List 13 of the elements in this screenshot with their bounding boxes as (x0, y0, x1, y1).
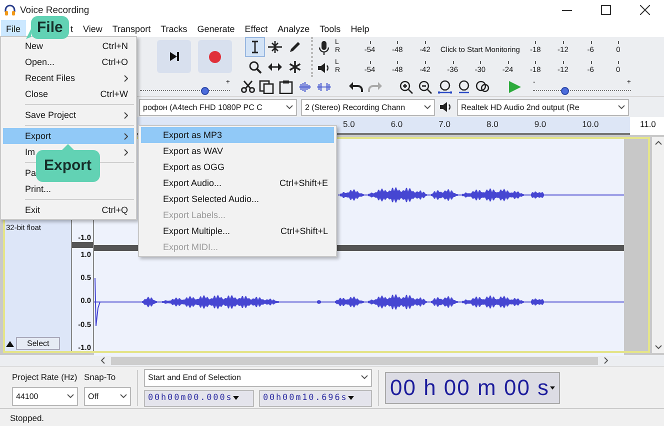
callout-tooltip: File (26, 16, 69, 39)
project-rate-label: Project Rate (Hz) (12, 370, 78, 384)
ruler-label: 9.0 (534, 118, 548, 131)
ruler-label: 8.0 (486, 118, 500, 131)
ruler-label: 7.0 (438, 118, 452, 131)
window-title: Voice Recording (20, 4, 90, 16)
snap-to-label: Snap-To (84, 370, 117, 384)
ruler-label: 10.0 (582, 118, 600, 131)
ruler-label: 5.0 (343, 118, 356, 131)
ruler-label: 6.0 (390, 118, 404, 131)
ruler-label: 11.0 (640, 119, 656, 129)
callout-tooltip: Export (36, 144, 100, 182)
status-text: Stopped. (10, 412, 44, 422)
